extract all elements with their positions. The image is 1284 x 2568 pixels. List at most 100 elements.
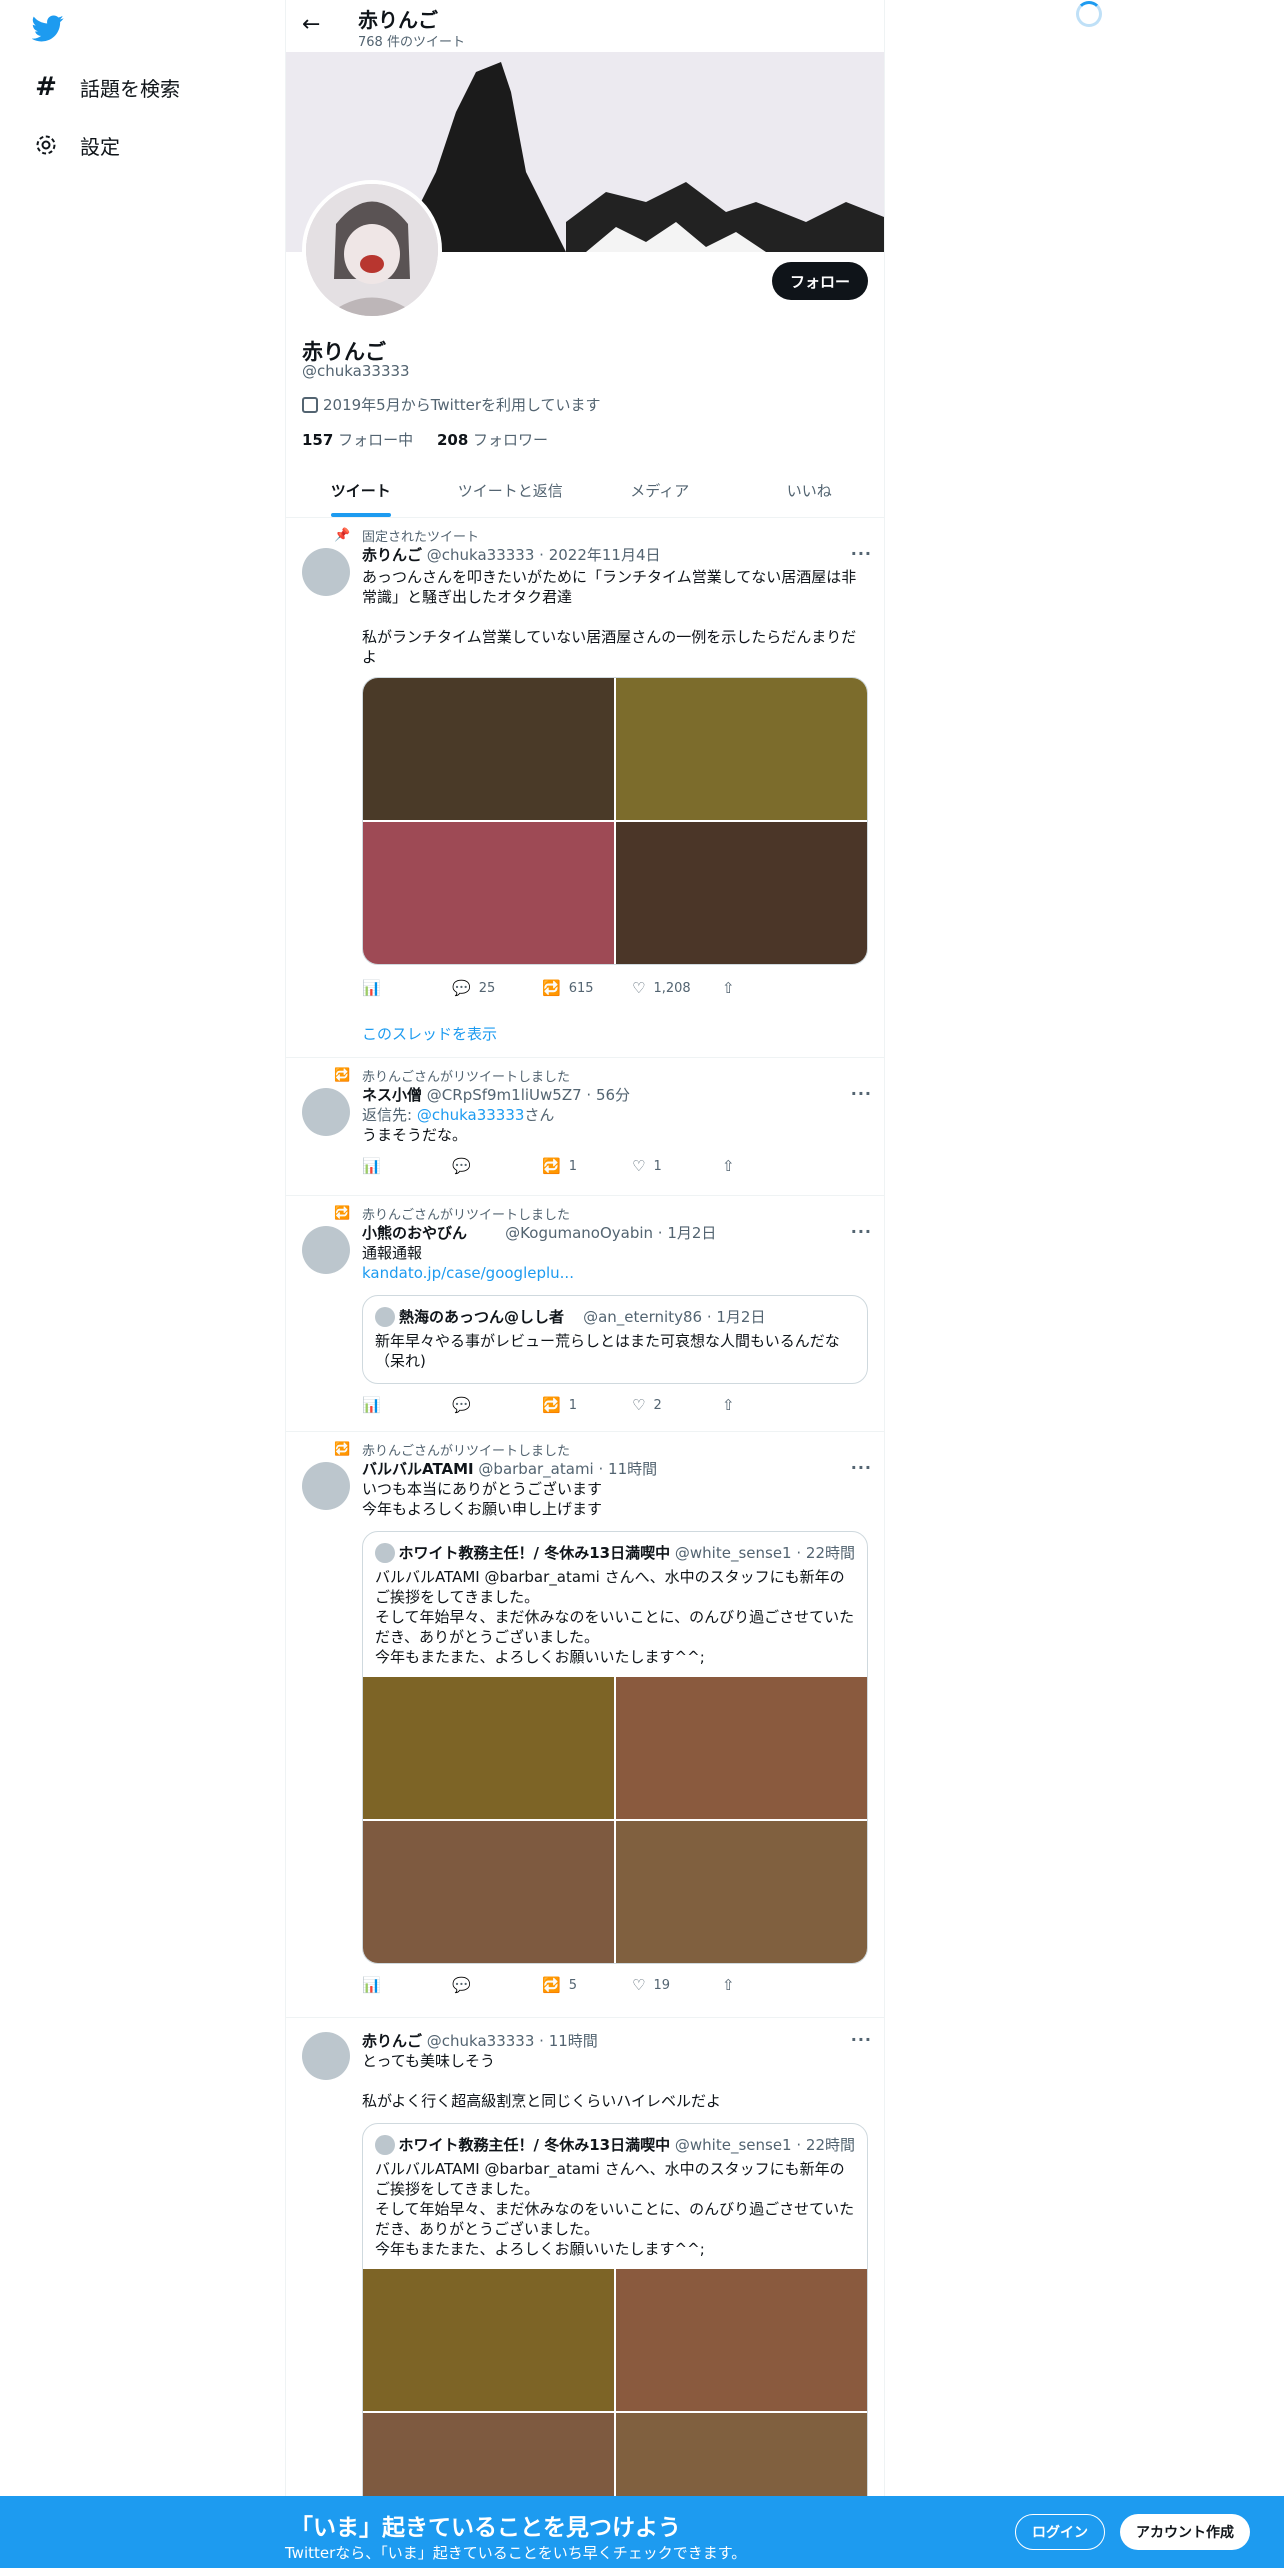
author-name[interactable]: 小熊のおやびん bbox=[362, 1224, 467, 1242]
tweet-text: うまそうだな。 bbox=[362, 1126, 468, 1144]
media-image[interactable] bbox=[616, 1821, 867, 1963]
media-image[interactable] bbox=[363, 1821, 614, 1963]
media-image[interactable] bbox=[363, 678, 614, 820]
analytics-button[interactable]: 📊 bbox=[362, 1157, 422, 1175]
quote-tweet[interactable]: 熱海のあっつん@しし者 @an_eternity86 · 1月2日 新年早々やる… bbox=[362, 1295, 868, 1384]
tweet-actions: 📊 💬 🔁 1 ♡ 1 ⇧ bbox=[362, 1157, 782, 1175]
like-button[interactable]: ♡ 1,208 bbox=[632, 979, 692, 997]
tab-tweets-and-replies[interactable]: ツイートと返信 bbox=[436, 464, 586, 517]
quote-meta: @white_sense1 · 22時間 bbox=[674, 2136, 855, 2154]
media-image[interactable] bbox=[616, 822, 867, 964]
hashtag-icon: # bbox=[35, 72, 57, 102]
share-button[interactable]: ⇧ bbox=[722, 1976, 782, 1994]
login-button[interactable]: ログイン bbox=[1015, 2514, 1105, 2550]
reply-to: 返信先: @chuka33333さん bbox=[362, 1106, 555, 1124]
tweet-pinned[interactable]: 📌 固定されたツイート ··· 赤りんご @chuka33333 · 2022年… bbox=[286, 518, 884, 1058]
author-meta: @KogumanoOyabin · 1月2日 bbox=[505, 1224, 717, 1242]
like-button[interactable]: ♡ 1 bbox=[632, 1157, 692, 1175]
author-name[interactable]: バルバルATAMI bbox=[362, 1460, 474, 1478]
reply-button[interactable]: 💬 bbox=[452, 1157, 512, 1175]
retweet-button[interactable]: 🔁 1 bbox=[542, 1157, 602, 1175]
retweet-icon: 🔁 bbox=[334, 1206, 351, 1221]
author-name[interactable]: ネス小僧 bbox=[362, 1086, 422, 1104]
analytics-button[interactable]: 📊 bbox=[362, 1396, 422, 1414]
like-button[interactable]: ♡ 2 bbox=[632, 1396, 692, 1414]
retweet-button[interactable]: 🔁 615 bbox=[542, 979, 602, 997]
following-link[interactable]: 157 フォロー中 bbox=[302, 431, 413, 449]
tab-active-indicator bbox=[330, 513, 391, 517]
retweet-icon: 🔁 bbox=[334, 1442, 351, 1457]
media-image[interactable] bbox=[363, 1677, 614, 1819]
author-meta: @chuka33333 · 11時間 bbox=[426, 2032, 598, 2050]
show-thread-link[interactable]: このスレッドを表示 bbox=[362, 1023, 868, 1044]
reply-button[interactable]: 💬 25 bbox=[452, 979, 512, 997]
tweet-actions: 📊 💬 🔁 1 ♡ 2 ⇧ bbox=[362, 1396, 782, 1414]
media-grid[interactable] bbox=[362, 677, 868, 965]
tweet-retweet[interactable]: 🔁 赤りんごさんがリツイートしました ··· ネス小僧 @CRpSf9m1liU… bbox=[286, 1058, 884, 1196]
nav-item-explore[interactable]: # 話題を検索 bbox=[32, 67, 180, 107]
retweet-button[interactable]: 🔁 1 bbox=[542, 1396, 602, 1414]
page-title: 赤りんご bbox=[358, 8, 438, 32]
author-name[interactable]: 赤りんご bbox=[362, 2032, 422, 2050]
tweet-retweet[interactable]: 🔁 赤りんごさんがリツイートしました ··· バルバルATAMI @barbar… bbox=[286, 1432, 884, 2018]
analytics-button[interactable]: 📊 bbox=[362, 1976, 422, 1994]
profile-avatar[interactable] bbox=[302, 180, 442, 320]
reply-button[interactable]: 💬 bbox=[452, 1396, 512, 1414]
media-image[interactable] bbox=[616, 2269, 867, 2411]
avatar bbox=[375, 2134, 395, 2155]
author-name[interactable]: 赤りんご bbox=[362, 546, 422, 564]
media-image[interactable] bbox=[363, 2269, 614, 2411]
avatar bbox=[375, 1542, 395, 1563]
avatar[interactable] bbox=[302, 1088, 350, 1136]
nav-item-label: 設定 bbox=[80, 134, 120, 159]
followers-link[interactable]: 208 フォロワー bbox=[437, 431, 548, 449]
quote-tweet[interactable]: ホワイト教務主任！/ 冬休み13日満喫中 @white_sense1 · 22時… bbox=[362, 2123, 868, 2556]
share-button[interactable]: ⇧ bbox=[722, 1396, 782, 1414]
profile-stats: 157 フォロー中 208 フォロワー bbox=[302, 429, 548, 450]
tweet-body: バルバルATAMI @barbar_atami · 11時間 いつも本当にありが… bbox=[362, 1458, 868, 1994]
tweet-link[interactable]: kandato.jp/case/googleplu... bbox=[362, 1263, 868, 1283]
tweet-body: ネス小僧 @CRpSf9m1liUw5Z7 · 56分 返信先: @chuka3… bbox=[362, 1084, 868, 1175]
tweet-retweet[interactable]: 🔁 赤りんごさんがリツイートしました ··· 小熊のおやびん @Kogumano… bbox=[286, 1196, 884, 1432]
retweet-icon: 🔁 bbox=[334, 1068, 351, 1083]
media-image[interactable] bbox=[616, 678, 867, 820]
back-arrow-icon[interactable]: ← bbox=[302, 12, 320, 37]
analytics-button[interactable]: 📊 bbox=[362, 979, 422, 997]
twitter-logo-icon[interactable] bbox=[31, 12, 64, 44]
tweet-body: 小熊のおやびん @KogumanoOyabin · 1月2日 通報通報 kand… bbox=[362, 1222, 868, 1414]
avatar[interactable] bbox=[302, 548, 350, 596]
avatar[interactable] bbox=[302, 1226, 350, 1274]
tab-likes[interactable]: いいね bbox=[735, 464, 885, 517]
follow-button[interactable]: フォロー bbox=[771, 262, 868, 300]
reply-to-handle[interactable]: @chuka33333 bbox=[417, 1106, 525, 1124]
signup-button[interactable]: アカウント作成 bbox=[1120, 2514, 1250, 2550]
quote-tweet[interactable]: ホワイト教務主任！/ 冬休み13日満喫中 @white_sense1 · 22時… bbox=[362, 1531, 868, 1964]
share-button[interactable]: ⇧ bbox=[722, 979, 782, 997]
media-image[interactable] bbox=[616, 1677, 867, 1819]
reply-button[interactable]: 💬 bbox=[452, 1976, 512, 1994]
calendar-icon bbox=[302, 396, 318, 413]
quote-author-name: 熱海のあっつん@しし者 bbox=[399, 1308, 565, 1326]
avatar[interactable] bbox=[302, 1462, 350, 1510]
tweet-text: 今年もよろしくお願い申し上げます bbox=[362, 1500, 603, 1518]
share-button[interactable]: ⇧ bbox=[722, 1157, 782, 1175]
tab-tweets[interactable]: ツイート bbox=[286, 464, 436, 517]
tweet-text: 通報通報 bbox=[362, 1244, 423, 1262]
joined-text: 2019年5月からTwitterを利用しています bbox=[323, 396, 601, 414]
avatar bbox=[375, 1306, 395, 1327]
author-meta: @chuka33333 · 2022年11月4日 bbox=[426, 546, 661, 564]
quote-author-name: ホワイト教務主任！/ 冬休み13日満喫中 bbox=[398, 1544, 671, 1562]
avatar[interactable] bbox=[302, 2032, 350, 2080]
like-button[interactable]: ♡ 19 bbox=[632, 1976, 692, 1994]
profile-joined: 2019年5月からTwitterを利用しています bbox=[302, 394, 601, 415]
tweet-context: 🔁 赤りんごさんがリツイートしました bbox=[334, 1442, 571, 1459]
media-grid[interactable] bbox=[363, 1677, 867, 1963]
media-image[interactable] bbox=[363, 822, 614, 964]
quote-author-name: ホワイト教務主任！/ 冬休み13日満喫中 bbox=[398, 2136, 671, 2154]
retweet-button[interactable]: 🔁 5 bbox=[542, 1976, 602, 1994]
tweet-own[interactable]: ··· 赤りんご @chuka33333 · 11時間 とっても美味しそう 私が… bbox=[286, 2018, 884, 2568]
pin-icon: 📌 bbox=[334, 528, 351, 543]
tweet-body: 赤りんご @chuka33333 · 2022年11月4日 あっつんさんを叩きた… bbox=[362, 544, 868, 1044]
tab-media[interactable]: メディア bbox=[585, 464, 735, 517]
nav-item-settings[interactable]: 設定 bbox=[32, 125, 120, 165]
